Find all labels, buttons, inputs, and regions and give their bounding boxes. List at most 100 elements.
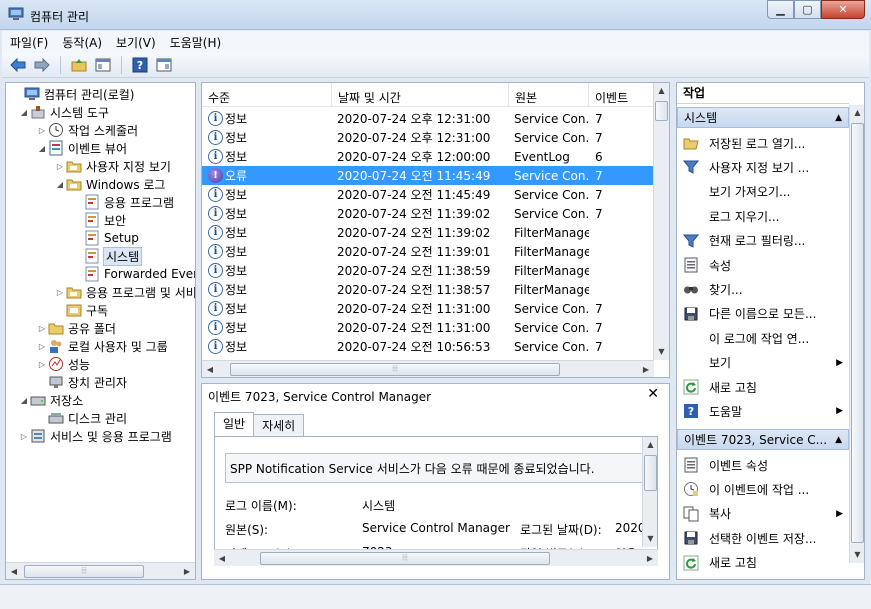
show-action-pane-icon[interactable] <box>154 55 174 75</box>
scroll-right-arrow-icon[interactable]: ▶ <box>642 554 658 563</box>
tree-item[interactable]: ◢ Windows 로그 <box>54 175 166 193</box>
table-row[interactable]: i 정보 2020-07-24 오전 10:56:53 Service Con... 7 <box>202 337 654 356</box>
action-item[interactable]: 다른 이름으로 모든... <box>677 302 849 326</box>
table-row[interactable]: i 정보 2020-07-24 오전 11:39:02 FilterManager <box>202 223 654 242</box>
action-item[interactable]: 선택한 이벤트 저장... <box>677 526 849 550</box>
expand-arrow-icon[interactable]: ▷ <box>54 162 66 171</box>
tree-item[interactable]: 컴퓨터 관리(로컬) <box>12 85 134 103</box>
action-item[interactable]: ? 도움말 ▶ <box>677 399 849 423</box>
tree-item[interactable]: ▷ 작업 스케줄러 <box>36 121 138 139</box>
back-icon[interactable] <box>8 55 28 75</box>
actions-section-system[interactable]: 시스템 ▲ <box>677 107 849 128</box>
table-row[interactable]: i 정보 2020-07-24 오후 12:31:00 Service Con... 7 <box>202 128 654 147</box>
tree-item[interactable]: ▷ 성능 <box>36 355 90 373</box>
action-item[interactable]: 사용자 지정 보기 ... <box>677 155 849 179</box>
action-item[interactable]: 이 이벤트에 작업 ... <box>677 477 849 501</box>
column-event-id[interactable]: 이벤트 <box>589 83 654 107</box>
tab-general[interactable]: 일반 <box>214 412 255 436</box>
action-item[interactable]: 새로 고침 <box>677 375 849 399</box>
actions-vertical-scrollbar[interactable]: ▲ ▼ <box>849 105 864 563</box>
scroll-left-arrow-icon[interactable]: ◀ <box>214 554 230 563</box>
help-icon[interactable]: ? <box>130 55 150 75</box>
tree-item[interactable]: ◢ 이벤트 뷰어 <box>36 139 127 157</box>
expand-arrow-icon[interactable]: ▷ <box>36 360 48 369</box>
tree-item[interactable]: 디스크 관리 <box>36 409 127 427</box>
action-item[interactable]: 복사 ▶ <box>677 502 849 526</box>
scroll-thumb[interactable] <box>644 455 657 491</box>
column-source[interactable]: 원본 <box>509 83 589 107</box>
action-item[interactable]: 속성 <box>677 253 849 277</box>
menu-help[interactable]: 도움말(H) <box>162 34 228 51</box>
menu-action[interactable]: 동작(A) <box>54 34 108 51</box>
collapse-arrow-icon[interactable]: ◢ <box>54 180 66 189</box>
collapse-up-icon[interactable]: ▲ <box>835 430 842 451</box>
action-item[interactable]: 이벤트 속성 <box>677 453 849 477</box>
column-datetime[interactable]: 날짜 및 시간 <box>332 83 509 107</box>
expand-arrow-icon[interactable]: ▷ <box>36 324 48 333</box>
action-item[interactable]: 로그 지우기... <box>677 204 849 228</box>
scroll-left-arrow-icon[interactable]: ◀ <box>202 365 218 374</box>
action-item[interactable]: 이 로그에 작업 연... <box>677 326 849 350</box>
tree-item[interactable]: 시스템 <box>72 246 143 266</box>
expand-arrow-icon[interactable]: ▷ <box>36 342 48 351</box>
table-row[interactable]: i 정보 2020-07-24 오후 12:00:00 EventLog 6 <box>202 147 654 166</box>
scroll-down-arrow-icon[interactable]: ▼ <box>643 531 657 547</box>
scroll-right-arrow-icon[interactable]: ▶ <box>638 365 654 374</box>
scroll-down-arrow-icon[interactable]: ▼ <box>654 344 669 360</box>
tree-item[interactable]: Setup <box>72 229 139 247</box>
table-row[interactable]: i 정보 2020-07-24 오전 11:39:01 FilterManager <box>202 242 654 261</box>
expand-arrow-icon[interactable]: ▷ <box>54 288 66 297</box>
scroll-thumb[interactable]: ⦙⦙⦙ <box>260 551 550 565</box>
action-item[interactable]: 찾기... <box>677 277 849 301</box>
action-item[interactable]: 보기 가져오기... <box>677 180 849 204</box>
table-row[interactable]: i 정보 2020-07-24 오전 11:39:02 Service Con... 7 <box>202 204 654 223</box>
table-row[interactable]: i 정보 2020-07-24 오후 12:31:00 Service Con... 7 <box>202 109 654 128</box>
scroll-thumb[interactable] <box>851 123 864 543</box>
menu-view[interactable]: 보기(V) <box>108 34 162 51</box>
tree-horizontal-scrollbar[interactable]: ◀ ⦙⦙⦙ ▶ <box>6 562 195 579</box>
tree-item[interactable]: ◢ 시스템 도구 <box>18 103 109 121</box>
tree-item[interactable]: 장치 관리자 <box>36 373 127 391</box>
tree-item[interactable]: ◢ 저장소 <box>18 391 83 409</box>
actions-section-event[interactable]: 이벤트 7023, Service C... ▲ <box>677 429 849 450</box>
collapse-arrow-icon[interactable]: ◢ <box>18 108 30 117</box>
scroll-up-arrow-icon[interactable]: ▲ <box>850 105 864 121</box>
scroll-thumb[interactable]: ⦙⦙⦙ <box>24 564 144 578</box>
forward-icon[interactable] <box>32 55 52 75</box>
tree-item[interactable]: 보안 <box>72 211 126 229</box>
collapse-arrow-icon[interactable]: ◢ <box>36 144 48 153</box>
collapse-up-icon[interactable]: ▲ <box>835 108 842 129</box>
collapse-arrow-icon[interactable]: ◢ <box>18 396 30 405</box>
detail-horizontal-scrollbar[interactable]: ◀ ⦙⦙⦙ ▶ <box>214 549 658 566</box>
tree-item[interactable]: ▷ 서비스 및 응용 프로그램 <box>18 427 172 445</box>
column-level[interactable]: 수준 <box>202 83 332 107</box>
expand-arrow-icon[interactable]: ▷ <box>18 432 30 441</box>
menu-file[interactable]: 파일(F) <box>2 34 54 51</box>
maximize-button[interactable]: ▢ <box>794 0 821 19</box>
tree-item[interactable]: ▷ 사용자 지정 보기 <box>54 157 171 175</box>
scroll-up-arrow-icon[interactable]: ▲ <box>643 437 657 453</box>
close-icon[interactable]: ✕ <box>647 386 659 402</box>
tree-item[interactable]: ▷ 응용 프로그램 및 서비스 로그 <box>54 283 195 301</box>
up-folder-icon[interactable] <box>69 55 89 75</box>
list-vertical-scrollbar[interactable]: ▲ ▼ <box>653 83 669 360</box>
scroll-thumb[interactable] <box>655 101 668 121</box>
table-row[interactable]: i 정보 2020-07-24 오전 11:38:57 FilterManager <box>202 280 654 299</box>
table-row[interactable]: ! 오류 2020-07-24 오전 11:45:49 Service Con... 7 <box>202 166 654 185</box>
table-row[interactable]: i 정보 2020-07-24 오전 11:45:49 Service Con... 7 <box>202 185 654 204</box>
scroll-left-arrow-icon[interactable]: ◀ <box>6 567 22 576</box>
table-row[interactable]: i 정보 2020-07-24 오전 11:31:00 Service Con... 7 <box>202 318 654 337</box>
scroll-down-arrow-icon[interactable]: ▼ <box>850 547 864 563</box>
action-item[interactable]: 현재 로그 필터링... <box>677 229 849 253</box>
tree-item[interactable]: ▷ 공유 폴더 <box>36 319 116 337</box>
scroll-right-arrow-icon[interactable]: ▶ <box>179 567 195 576</box>
tree-item[interactable]: Forwarded Events <box>72 265 195 283</box>
event-message[interactable]: SPP Notification Service 서비스가 다음 오류 때문에 … <box>225 453 643 483</box>
table-row[interactable]: i 정보 2020-07-24 오전 11:31:00 Service Con... 7 <box>202 299 654 318</box>
action-item[interactable]: 보기 ▶ <box>677 351 849 375</box>
action-item[interactable]: 새로 고침 <box>677 551 849 575</box>
tree-item[interactable]: 응용 프로그램 <box>72 193 174 211</box>
table-row[interactable]: i 정보 2020-07-24 오전 11:38:59 FilterManager <box>202 261 654 280</box>
scroll-thumb[interactable]: ⦙⦙⦙ <box>230 362 560 376</box>
tab-details[interactable]: 자세히 <box>253 414 305 436</box>
